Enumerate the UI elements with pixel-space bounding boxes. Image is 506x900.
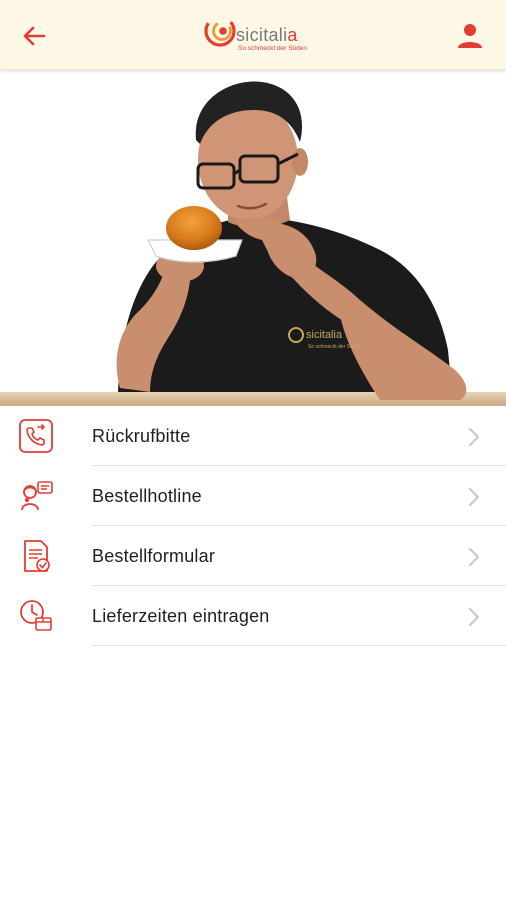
menu-item-label: Bestellhotline — [92, 486, 202, 506]
profile-button[interactable] — [454, 20, 486, 52]
person-icon — [458, 24, 482, 48]
hotline-agent-icon — [21, 481, 53, 511]
menu-item-label: Rückrufbitte — [92, 426, 191, 446]
menu-item-label: Bestellformular — [92, 546, 216, 566]
back-button[interactable] — [18, 20, 50, 52]
phone-callback-icon — [19, 419, 53, 453]
hero-image: sicitalia So schmeckt der Süden — [0, 70, 506, 406]
logo-mark-icon — [204, 15, 236, 47]
shirt-logo-text: sicitalia — [306, 329, 343, 341]
delivery-time-icon — [20, 600, 52, 631]
chevron-right-icon — [469, 488, 479, 506]
sicitalia-logo: sicitalia So schmeckt der Süden — [204, 13, 314, 57]
chevron-right-icon — [469, 428, 479, 446]
shirt-logo-tagline: So schmeckt der Süden — [308, 344, 361, 350]
menu-item-lieferzeiten[interactable]: Lieferzeiten eintragen — [0, 586, 506, 646]
menu-item-bestellformular[interactable]: Bestellformular — [0, 526, 506, 586]
arrow-left-icon — [23, 26, 46, 46]
chevron-right-icon — [469, 608, 479, 626]
logo-wordmark: sicitalia — [236, 25, 298, 45]
top-app-bar: sicitalia So schmeckt der Süden — [0, 0, 506, 70]
logo-tagline: So schmeckt der Süden — [238, 45, 308, 52]
action-menu: Rückrufbitte Bestellhotline Bestellformu… — [0, 406, 506, 646]
order-form-icon — [24, 540, 50, 572]
divider — [92, 645, 506, 646]
menu-item-label: Lieferzeiten eintragen — [92, 606, 270, 626]
menu-item-rueckrufbitte[interactable]: Rückrufbitte — [0, 406, 506, 466]
chevron-right-icon — [469, 548, 479, 566]
menu-item-bestellhotline[interactable]: Bestellhotline — [0, 466, 506, 526]
